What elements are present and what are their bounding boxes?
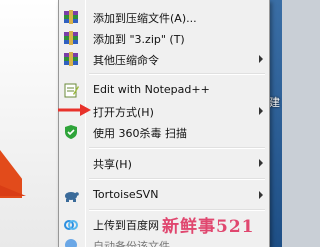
menu-item-share[interactable]: 共享(H) <box>61 152 267 174</box>
menu-item-label: TortoiseSVN <box>93 188 159 201</box>
winrar-archive-icon <box>63 51 79 67</box>
menu-item-add-to-archive[interactable]: 添加到压缩文件(A)... <box>61 6 267 28</box>
context-menu: 添加到压缩文件(A)... 添加到 "3.zip" (T) 其他压缩命令 Edi… <box>58 0 270 247</box>
menu-item-label: 添加到压缩文件(A)... <box>93 12 197 25</box>
menu-item-label: 使用 360杀毒 扫描 <box>93 127 187 140</box>
submenu-arrow-icon <box>259 55 263 63</box>
menu-item-tortoisesvn[interactable]: TortoiseSVN <box>61 184 267 206</box>
menu-item-other-compress[interactable]: 其他压缩命令 <box>61 48 267 70</box>
annotation-arrow-icon <box>58 104 91 116</box>
menu-separator <box>89 147 265 149</box>
submenu-arrow-icon <box>259 191 263 199</box>
winrar-archive-icon <box>63 30 79 46</box>
baidu-backup-icon <box>63 237 79 247</box>
desktop-background <box>0 0 58 247</box>
submenu-arrow-icon <box>259 159 263 167</box>
menu-separator <box>89 73 265 75</box>
menu-item-label: 上传到百度网 <box>93 219 159 232</box>
watermark-text: 新鲜事521 <box>162 217 255 237</box>
desktop-background <box>270 0 282 247</box>
menu-item-label: 打开方式(H) <box>93 106 154 119</box>
menu-item-label: Edit with Notepad++ <box>93 83 210 96</box>
submenu-arrow-icon <box>259 107 263 115</box>
menu-item-360-scan[interactable]: 使用 360杀毒 扫描 <box>61 121 267 143</box>
menu-item-label: 共享(H) <box>93 158 132 171</box>
menu-item-add-to-zip[interactable]: 添加到 "3.zip" (T) <box>61 27 267 49</box>
notepad-plus-plus-icon <box>63 82 79 98</box>
menu-item-label: 自动备份该文件 <box>93 240 170 247</box>
360-shield-icon <box>63 124 79 140</box>
menu-item-label: 添加到 "3.zip" (T) <box>93 33 185 46</box>
tortoisesvn-icon <box>63 187 79 203</box>
winrar-archive-icon <box>63 9 79 25</box>
menu-item-edit-notepad[interactable]: Edit with Notepad++ <box>61 79 267 101</box>
menu-item-label: 其他压缩命令 <box>93 54 159 67</box>
baidu-cloud-icon <box>63 216 79 232</box>
menu-separator <box>89 178 265 180</box>
menu-separator <box>89 209 265 211</box>
